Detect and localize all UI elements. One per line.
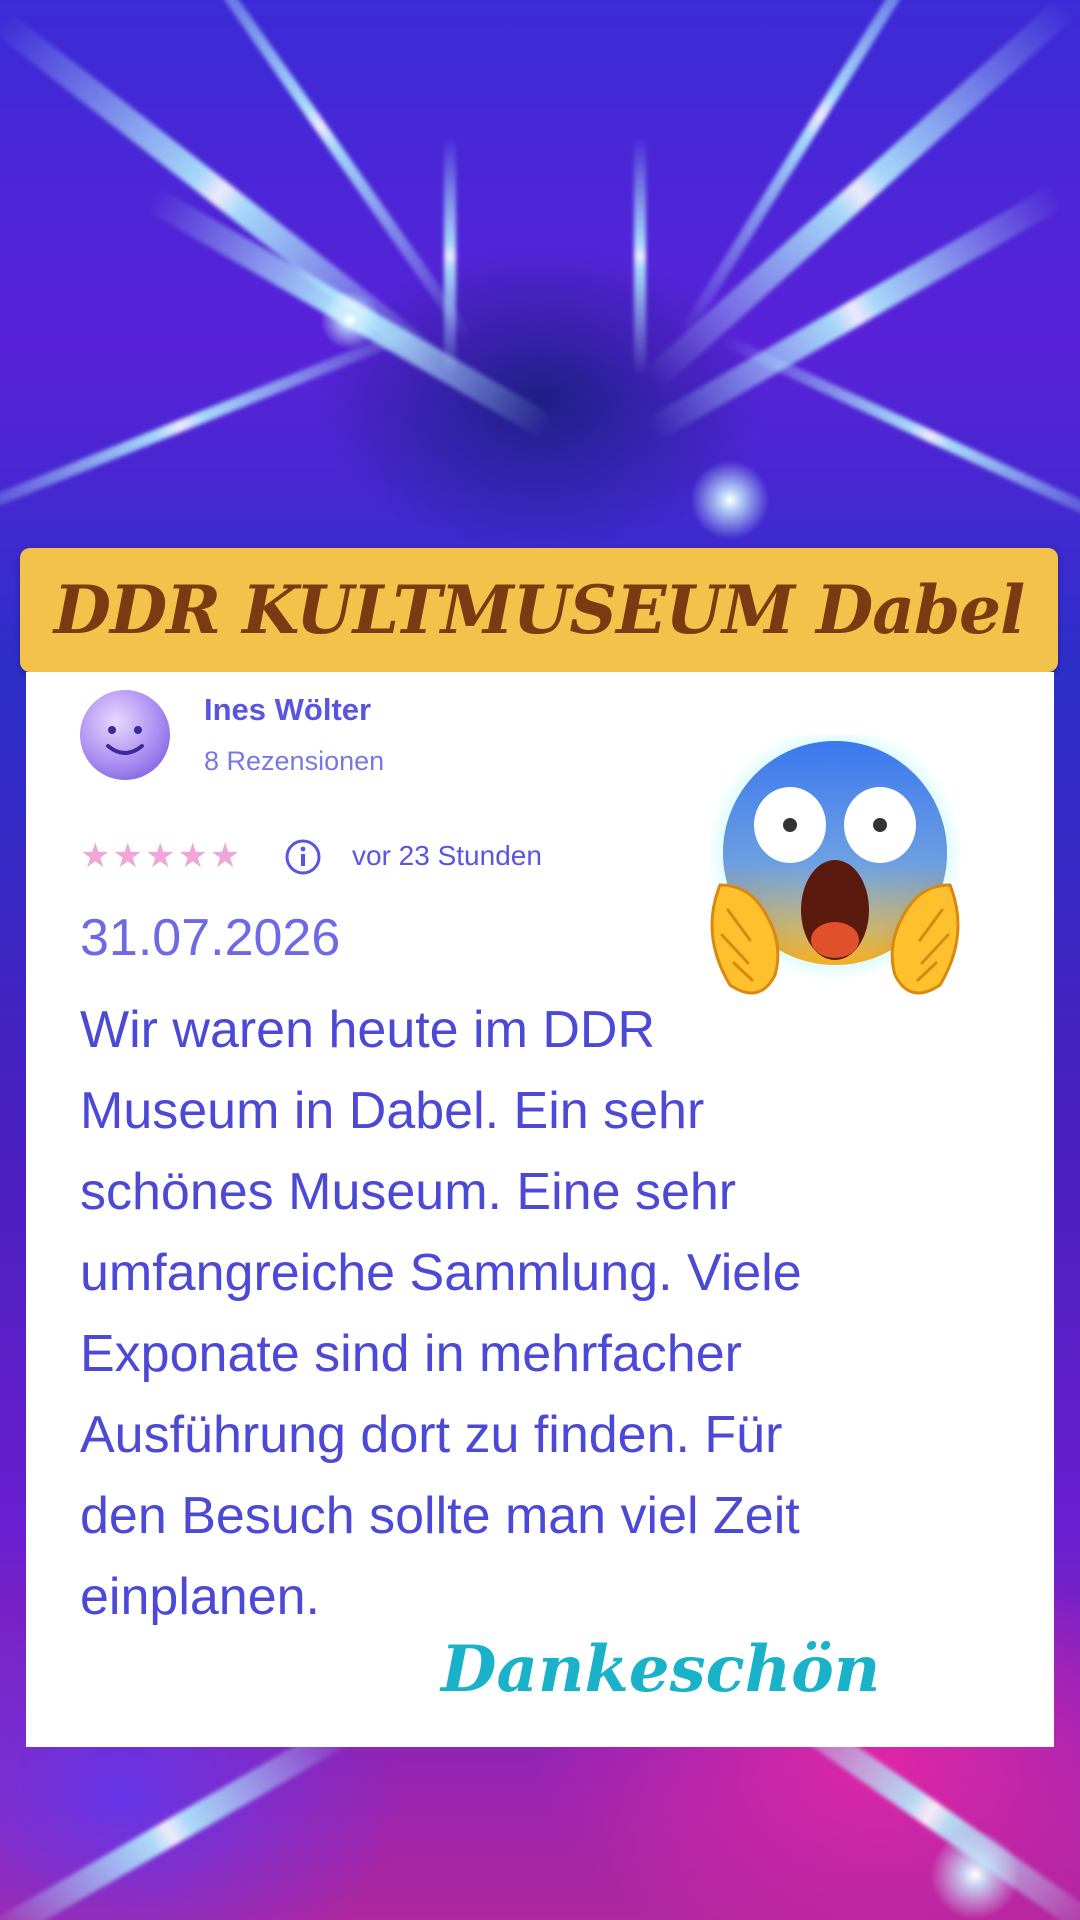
review-text-line: Exponate sind in mehrfacher [80, 1325, 742, 1383]
star-rating: ★★★★★ [80, 836, 243, 876]
review-text-line: den Besuch sollte man viel Zeit [80, 1487, 800, 1545]
review-text-line: schönes Museum. Eine sehr [80, 1163, 737, 1221]
screaming-face-emoji-icon [707, 735, 963, 995]
review-text-line: Museum in Dabel. Ein sehr [80, 1082, 705, 1140]
reviewer-review-count: 8 Rezensionen [204, 746, 385, 776]
info-icon[interactable] [284, 838, 322, 876]
review-text-line: Ausführung dort zu finden. Für [80, 1406, 783, 1464]
reviewer-name[interactable]: Ines Wölter [204, 692, 371, 728]
thanks-text: Dankeschön [441, 1632, 881, 1707]
review-text-line: einplanen. [80, 1568, 320, 1626]
review-time: vor 23 Stunden [352, 840, 542, 871]
review-date: 31.07.2026 [80, 909, 341, 967]
title-banner: DDR KULTMUSEUM Dabel [20, 548, 1058, 672]
avatar[interactable] [80, 690, 170, 780]
banner-title: DDR KULTMUSEUM Dabel [53, 571, 1025, 649]
smiley-face-icon [106, 726, 144, 755]
review-text: Wir waren heute im DDR Museum in Dabel. … [80, 990, 1040, 1638]
review-text-line: umfangreiche Sammlung. Viele [80, 1244, 802, 1302]
